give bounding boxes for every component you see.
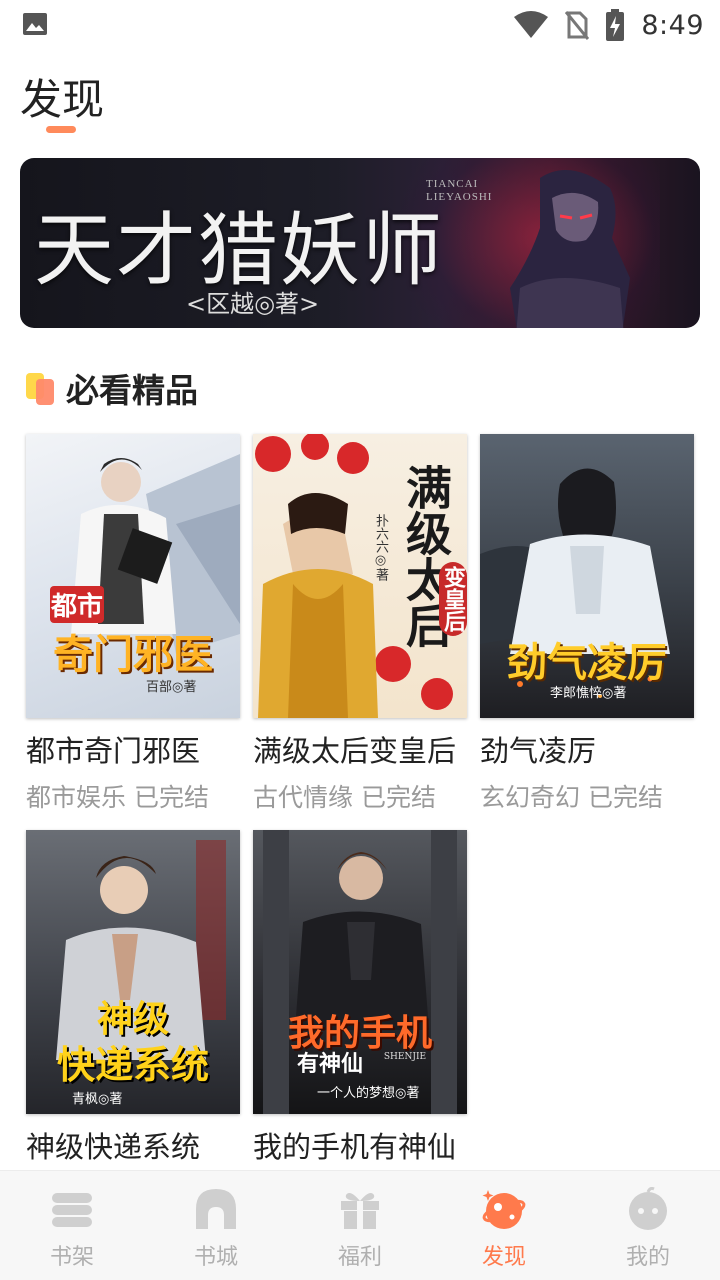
- book-cover-author: 青枫◎著: [72, 1092, 123, 1107]
- book-title[interactable]: 满级太后变皇后: [253, 728, 467, 770]
- nav-label: 福利: [337, 1245, 382, 1270]
- book-cover[interactable]: 劲气凌厉 李郎憔悴◎著: [480, 434, 694, 718]
- book-card[interactable]: 我的手机 有神仙 SHENJIE 一个人的梦想◎著 我的手机有神仙: [253, 830, 467, 1166]
- book-cover-author: 一个人的梦想◎著: [317, 1086, 420, 1101]
- book-cover-title: 劲气凌厉: [507, 639, 667, 686]
- book-cover-author: 李郎憔悴◎著: [550, 686, 627, 701]
- book-cover-subtitle: 有神仙: [296, 1051, 363, 1077]
- banner-author: <区越◎著>: [186, 290, 320, 318]
- profile-icon: [629, 1187, 667, 1230]
- nav-item-profile[interactable]: 我的: [576, 1171, 720, 1280]
- banner-character-image: [510, 170, 630, 328]
- book-meta: 玄幻奇幻 已完结: [480, 783, 663, 812]
- book-cover[interactable]: 满级太后 变皇后 扑六六◎著: [253, 434, 467, 718]
- nav-label: 发现: [481, 1245, 526, 1270]
- book-card[interactable]: 神级 快递系统 青枫◎著 神级快递系统: [26, 830, 240, 1166]
- bookstore-icon: [196, 1189, 236, 1229]
- book-cover-title: 奇门邪医: [53, 631, 213, 678]
- gift-icon: [341, 1193, 379, 1229]
- book-cover[interactable]: 都市 奇门邪医 百部◎著: [26, 434, 240, 718]
- discover-icon: [482, 1190, 526, 1229]
- section-title: 必看精品: [66, 371, 198, 410]
- banner-pinyin: TIANCAI LIEYAOSHI: [426, 178, 492, 204]
- banner-pinyin-line1: TIANCAI: [426, 178, 479, 190]
- status-bar: 8:49: [0, 0, 720, 50]
- book-title[interactable]: 我的手机有神仙: [253, 1124, 467, 1166]
- book-meta: 都市娱乐 已完结: [26, 783, 209, 812]
- banner-pinyin-line2: LIEYAOSHI: [426, 191, 493, 203]
- book-title[interactable]: 都市奇门邪医: [26, 728, 240, 770]
- nav-item-discover[interactable]: 发现: [432, 1171, 576, 1280]
- nav-item-bookshelf[interactable]: 书架: [0, 1171, 144, 1280]
- no-sim-icon: [565, 11, 590, 40]
- battery-charging-icon: [606, 9, 625, 41]
- featured-banner[interactable]: 天才猎妖师 <区越◎著> TIANCAI LIEYAOSHI: [20, 158, 700, 328]
- book-cover-author: 百部◎著: [146, 680, 197, 695]
- nav-item-welfare[interactable]: 福利: [288, 1171, 432, 1280]
- nav-label: 我的: [625, 1245, 670, 1270]
- book-cover-title: 快递系统: [56, 1042, 209, 1087]
- section-icon: [26, 371, 58, 405]
- bookshelf-icon: [52, 1193, 92, 1227]
- book-card[interactable]: 劲气凌厉 李郎憔悴◎著 劲气凌厉 玄幻奇幻 已完结: [480, 434, 694, 814]
- wifi-icon: [514, 11, 549, 38]
- title-underline: [46, 126, 76, 133]
- status-time: 8:49: [641, 9, 704, 41]
- nav-label: 书城: [193, 1245, 238, 1270]
- book-cover-title-top: 都市: [50, 586, 104, 623]
- book-card[interactable]: 满级太后 变皇后 扑六六◎著 满级太后变皇后 古代情缘 已完结: [253, 434, 467, 814]
- book-cover-pinyin: SHENJIE: [383, 1052, 427, 1062]
- book-cover[interactable]: 我的手机 有神仙 SHENJIE 一个人的梦想◎著: [253, 830, 467, 1114]
- book-title[interactable]: 神级快递系统: [26, 1124, 240, 1166]
- section-header: 必看精品: [26, 366, 198, 410]
- bottom-nav: 书架 书城 福利 发现 我的: [0, 1170, 720, 1280]
- book-cover-author: 扑六六◎著: [373, 514, 388, 581]
- book-cover-subtitle: 变皇后: [439, 562, 467, 636]
- book-card[interactable]: 都市 奇门邪医 百部◎著 都市奇门邪医 都市娱乐 已完结: [26, 434, 240, 814]
- book-title[interactable]: 劲气凌厉: [480, 728, 694, 770]
- image-icon: [23, 13, 47, 35]
- book-cover[interactable]: 神级 快递系统 青枫◎著: [26, 830, 240, 1114]
- book-meta: 古代情缘 已完结: [253, 783, 436, 812]
- page-title: 发现: [20, 75, 105, 124]
- nav-label: 书架: [49, 1245, 94, 1270]
- nav-item-bookstore[interactable]: 书城: [144, 1171, 288, 1280]
